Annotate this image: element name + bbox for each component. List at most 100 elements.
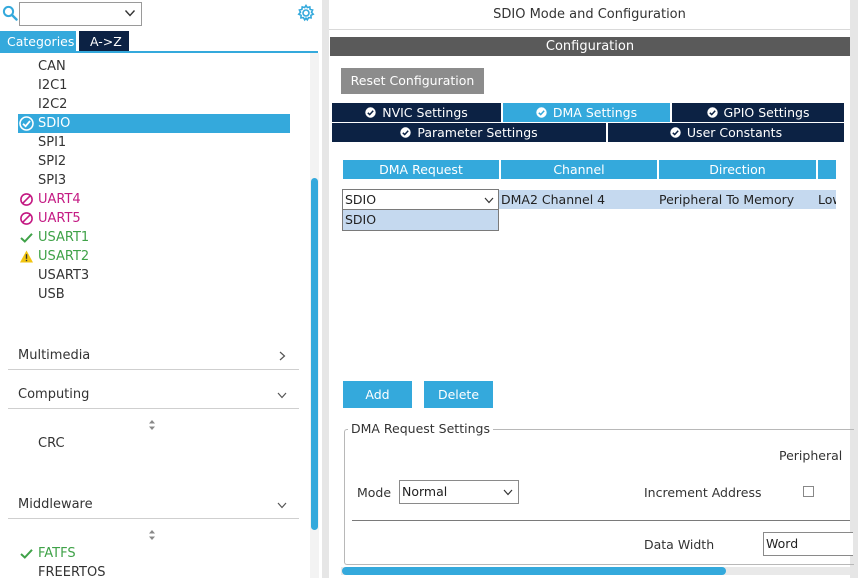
chevron-down-icon[interactable] [484, 195, 494, 205]
tab-user-constants[interactable]: User Constants [608, 123, 844, 142]
warning-icon [20, 250, 33, 263]
list-item-usart2[interactable]: USART2 [18, 247, 290, 266]
configuration-header: Configuration [330, 37, 850, 56]
dma-request-select-value: SDIO [345, 192, 377, 207]
tab-label: GPIO Settings [723, 105, 810, 120]
list-item-usb[interactable]: USB [18, 285, 290, 304]
list-item-can[interactable]: CAN [18, 57, 290, 76]
checkmark-icon [20, 233, 33, 243]
tab-gpio-settings[interactable]: GPIO Settings [672, 103, 844, 122]
column-header-channel[interactable]: Channel [501, 160, 657, 179]
data-width-select-value: Word [766, 536, 799, 551]
check-circle-icon [400, 127, 412, 138]
chevron-right-icon [279, 351, 286, 361]
list-item-sdio[interactable]: SDIO [18, 114, 290, 133]
list-item-uart4[interactable]: UART4 [18, 190, 290, 209]
page-title: SDIO Mode and Configuration [329, 0, 850, 30]
list-item-label: CAN [38, 59, 66, 74]
tab-label: User Constants [686, 125, 783, 140]
peripheral-increment-checkbox[interactable] [803, 486, 814, 497]
tab-label: Parameter Settings [417, 125, 538, 140]
mode-select[interactable]: Normal [399, 480, 519, 504]
check-circle-icon [536, 107, 547, 118]
list-item-spi1[interactable]: SPI1 [18, 133, 290, 152]
search-input[interactable] [19, 2, 142, 26]
list-item-i2c2[interactable]: I2C2 [18, 95, 290, 114]
list-item-label: FREERTOS [38, 565, 106, 578]
dropdown-option-sdio[interactable]: SDIO [342, 209, 499, 231]
list-item-label: UART4 [38, 192, 81, 207]
increment-address-label: Increment Address [644, 485, 762, 500]
checkmark-icon [20, 549, 33, 559]
list-item-crc[interactable]: CRC [18, 434, 290, 453]
panel-splitter[interactable] [322, 0, 329, 578]
list-item-label: UART5 [38, 211, 81, 226]
list-item-fatfs[interactable]: FATFS [18, 544, 290, 563]
list-item-usart3[interactable]: USART3 [18, 266, 290, 285]
list-item-label: I2C2 [38, 97, 68, 112]
horizontal-scrollbar-thumb[interactable] [342, 567, 726, 575]
mode-label: Mode [357, 485, 392, 500]
check-circle-icon [365, 107, 376, 118]
list-item-usart1[interactable]: USART1 [18, 228, 290, 247]
check-circle-icon [706, 107, 718, 118]
list-item-label: FATFS [38, 546, 76, 561]
column-header-direction[interactable]: Direction [659, 160, 816, 179]
list-item-label: USART2 [38, 249, 90, 264]
tab-parameter-settings[interactable]: Parameter Settings [332, 123, 606, 142]
chevron-down-icon[interactable] [503, 487, 513, 497]
tab-categories[interactable]: Categories [0, 31, 76, 52]
sort-icon[interactable] [148, 419, 156, 431]
data-width-label: Data Width [644, 537, 715, 552]
reset-configuration-button[interactable]: Reset Configuration [341, 68, 484, 94]
left-panel: Categories A->Z CAN I2C1 I2C2 SDIO SPI1 … [0, 0, 322, 578]
list-item-label: SDIO [38, 116, 71, 131]
chevron-down-icon[interactable] [124, 7, 136, 19]
section-label: Computing [18, 387, 90, 402]
section-label: Multimedia [18, 348, 91, 363]
list-item-label: USART3 [38, 268, 90, 283]
right-panel: SDIO Mode and Configuration Configuratio… [329, 0, 858, 578]
list-item-label: CRC [38, 436, 65, 451]
list-item-label: SPI3 [38, 173, 67, 188]
tab-dma-settings[interactable]: DMA Settings [503, 103, 670, 122]
prohibited-icon [20, 193, 33, 206]
add-button[interactable]: Add [343, 381, 412, 408]
table-cell-priority[interactable]: Low [816, 190, 836, 209]
sort-icon[interactable] [148, 529, 156, 541]
list-item-freertos[interactable]: FREERTOS [18, 563, 290, 578]
prohibited-icon [20, 212, 33, 225]
column-header-priority[interactable] [818, 160, 836, 179]
search-icon[interactable] [2, 5, 18, 21]
tab-a-z[interactable]: A->Z [79, 31, 129, 52]
chevron-down-icon [277, 392, 287, 399]
check-circle-icon [670, 127, 681, 138]
tab-label: NVIC Settings [382, 105, 468, 120]
vertical-scrollbar-thumb[interactable] [311, 178, 318, 530]
table-cell-channel[interactable]: DMA2 Channel 4 [499, 190, 657, 209]
delete-button[interactable]: Delete [424, 381, 493, 408]
group-title: DMA Request Settings [348, 421, 493, 436]
tabs-underline [0, 51, 318, 53]
list-item-label: SPI1 [38, 135, 67, 150]
mode-select-value: Normal [402, 484, 448, 499]
section-middleware[interactable]: Middleware [8, 491, 299, 519]
section-multimedia[interactable]: Multimedia [8, 342, 299, 370]
list-item-label: SPI2 [38, 154, 67, 169]
list-item-uart5[interactable]: UART5 [18, 209, 290, 228]
check-circle-icon [19, 116, 34, 131]
section-computing[interactable]: Computing [8, 381, 299, 409]
column-header-dma-request[interactable]: DMA Request [343, 160, 499, 179]
section-label: Middleware [18, 497, 93, 512]
list-item-spi3[interactable]: SPI3 [18, 171, 290, 190]
group-divider [352, 520, 850, 521]
list-item-spi2[interactable]: SPI2 [18, 152, 290, 171]
dma-request-select[interactable]: SDIO [342, 189, 499, 210]
list-item-i2c1[interactable]: I2C1 [18, 76, 290, 95]
tab-nvic-settings[interactable]: NVIC Settings [332, 103, 501, 122]
list-item-label: I2C1 [38, 78, 68, 93]
gear-icon[interactable] [297, 4, 315, 22]
data-width-select[interactable]: Word [763, 532, 853, 556]
list-item-label: USART1 [38, 230, 90, 245]
table-cell-direction[interactable]: Peripheral To Memory [657, 190, 816, 209]
